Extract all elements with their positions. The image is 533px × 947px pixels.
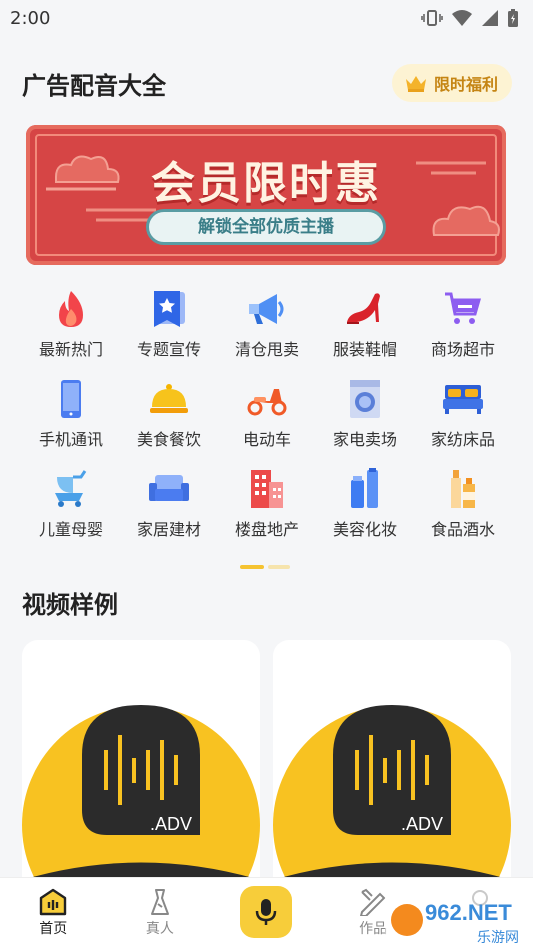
fire-icon <box>59 291 83 327</box>
membership-banner[interactable]: 会员限时惠 解锁全部优质主播 <box>26 125 506 265</box>
battery-icon <box>508 9 518 27</box>
category-label: 家电卖场 <box>332 430 397 449</box>
microphone-icon <box>256 899 277 925</box>
category-hot[interactable]: 最新热门 <box>22 288 120 360</box>
works-icon <box>360 888 386 916</box>
cosmetics-icon <box>351 468 378 508</box>
category-mobile[interactable]: 手机通讯 <box>22 378 120 450</box>
watermark-logo: 962.NET 乐游网 <box>385 890 533 947</box>
video-sample-card[interactable]: .ADV <box>22 640 260 900</box>
home-icon <box>40 888 67 916</box>
megaphone-icon <box>249 294 284 324</box>
category-baby[interactable]: 儿童母婴 <box>22 468 120 540</box>
category-home[interactable]: 家居建材 <box>120 468 218 540</box>
category-label: 美食餐饮 <box>136 430 201 449</box>
bottles-icon <box>451 470 475 508</box>
star-bookmark-icon <box>154 291 185 327</box>
category-label: 家居建材 <box>136 520 201 539</box>
page-dot <box>268 565 290 569</box>
category-realestate[interactable]: 楼盘地产 <box>218 468 316 540</box>
category-beauty[interactable]: 美容化妆 <box>316 468 414 540</box>
adv-audio-logo-icon: .ADV <box>273 705 511 900</box>
category-grid: 最新热门 专题宣传 清仓甩卖 服装鞋帽 商场超市 手机通讯 美食餐饮 电动车 家… <box>22 288 512 540</box>
high-heel-icon <box>347 293 380 324</box>
phone-icon <box>61 380 81 418</box>
banner-title: 会员限时惠 <box>151 158 381 209</box>
building-icon <box>251 470 283 508</box>
header: 广告配音大全 限时福利 <box>22 60 512 106</box>
adv-audio-logo-icon: .ADV <box>22 705 260 900</box>
sofa-icon <box>149 475 189 501</box>
stroller-icon <box>55 470 87 507</box>
page-dot-active <box>240 565 264 569</box>
wifi-icon <box>452 10 472 26</box>
category-label: 食品酒水 <box>430 520 495 539</box>
limited-offer-label: 限时福利 <box>433 75 498 94</box>
status-time: 2:00 <box>10 7 51 29</box>
bed-icon <box>443 385 483 414</box>
category-label: 最新热门 <box>38 340 103 359</box>
category-ebike[interactable]: 电动车 <box>218 378 316 450</box>
nav-record[interactable] <box>213 878 320 947</box>
section-title: 视频样例 <box>22 591 118 619</box>
nav-home-label: 首页 <box>39 921 68 937</box>
nav-real-person[interactable]: 真人 <box>107 878 214 947</box>
category-label: 手机通讯 <box>38 430 103 449</box>
video-badge: .ADV <box>401 814 443 834</box>
category-topics[interactable]: 专题宣传 <box>120 288 218 360</box>
shopping-cart-icon <box>445 292 481 324</box>
nav-works-label: 作品 <box>359 921 388 937</box>
category-apparel[interactable]: 服装鞋帽 <box>316 288 414 360</box>
nav-real-person-label: 真人 <box>145 921 174 937</box>
watermark-logo-icon: 962.NET 乐游网 <box>385 890 533 947</box>
category-label: 家纺床品 <box>430 430 495 449</box>
banner-subtitle: 解锁全部优质主播 <box>146 209 386 245</box>
video-badge: .ADV <box>150 814 192 834</box>
nav-home[interactable]: 首页 <box>0 878 107 947</box>
watermark-subtext: 乐游网 <box>477 929 519 945</box>
status-bar: 2:00 <box>0 0 533 36</box>
category-label: 商场超市 <box>430 340 495 359</box>
category-label: 美容化妆 <box>332 520 397 539</box>
category-bedding[interactable]: 家纺床品 <box>414 378 512 450</box>
video-sample-card[interactable]: .ADV <box>273 640 511 900</box>
limited-offer-button[interactable]: 限时福利 <box>391 64 512 102</box>
vibrate-icon <box>421 10 443 26</box>
category-label: 儿童母婴 <box>38 520 103 539</box>
person-icon <box>150 889 169 915</box>
category-label: 电动车 <box>242 430 291 449</box>
category-label: 楼盘地产 <box>234 520 299 539</box>
crown-icon <box>405 76 426 92</box>
category-supermarket[interactable]: 商场超市 <box>414 288 512 360</box>
category-label: 服装鞋帽 <box>332 340 397 359</box>
watermark-text: 962.NET <box>425 900 512 925</box>
category-drinks[interactable]: 食品酒水 <box>414 468 512 540</box>
category-label: 专题宣传 <box>136 340 201 359</box>
category-appliances[interactable]: 家电卖场 <box>316 378 414 450</box>
record-button[interactable] <box>240 886 293 938</box>
page-title: 广告配音大全 <box>22 71 166 100</box>
washing-machine-icon <box>350 380 380 418</box>
category-clearance[interactable]: 清仓甩卖 <box>218 288 316 360</box>
signal-icon <box>482 10 498 26</box>
category-food[interactable]: 美食餐饮 <box>120 378 218 450</box>
category-page-indicator <box>240 565 290 569</box>
category-label: 清仓甩卖 <box>234 340 299 359</box>
food-cloche-icon <box>150 384 188 413</box>
status-icons <box>421 8 519 28</box>
scooter-icon <box>247 389 287 416</box>
